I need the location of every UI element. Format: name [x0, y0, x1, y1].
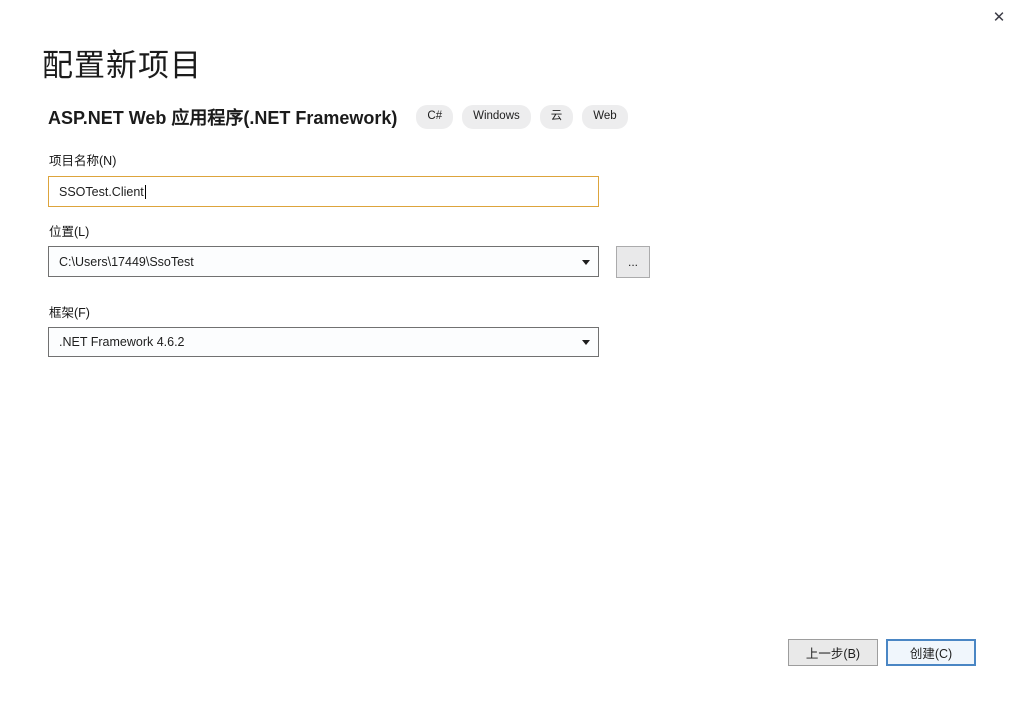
chevron-down-icon[interactable]	[582, 260, 590, 265]
page-title: 配置新项目	[42, 40, 202, 85]
create-button[interactable]: 创建(C)	[886, 639, 976, 666]
framework-combobox[interactable]: .NET Framework 4.6.2	[48, 327, 599, 357]
location-label: 位置(L)	[49, 221, 89, 240]
text-caret	[145, 185, 146, 199]
tag-windows: Windows	[462, 105, 531, 129]
framework-value: .NET Framework 4.6.2	[59, 335, 185, 349]
framework-label: 框架(F)	[49, 302, 90, 321]
chevron-down-icon[interactable]	[582, 340, 590, 345]
tag-cloud: 云	[540, 105, 574, 129]
project-name-label: 项目名称(N)	[49, 150, 116, 169]
location-value: C:\Users\17449\SsoTest	[59, 255, 194, 269]
configure-new-project-dialog: ✕ 配置新项目 ASP.NET Web 应用程序(.NET Framework)…	[0, 0, 1024, 710]
template-name: ASP.NET Web 应用程序(.NET Framework)	[48, 104, 397, 130]
tag-web: Web	[582, 105, 627, 129]
close-icon[interactable]: ✕	[988, 6, 1010, 28]
project-name-input[interactable]: SSOTest.Client	[48, 176, 599, 207]
back-button[interactable]: 上一步(B)	[788, 639, 878, 666]
project-name-value: SSOTest.Client	[59, 185, 144, 199]
tag-csharp: C#	[416, 105, 453, 129]
browse-button[interactable]: ...	[616, 246, 650, 278]
template-header: ASP.NET Web 应用程序(.NET Framework) C# Wind…	[48, 104, 628, 130]
location-combobox[interactable]: C:\Users\17449\SsoTest	[48, 246, 599, 277]
